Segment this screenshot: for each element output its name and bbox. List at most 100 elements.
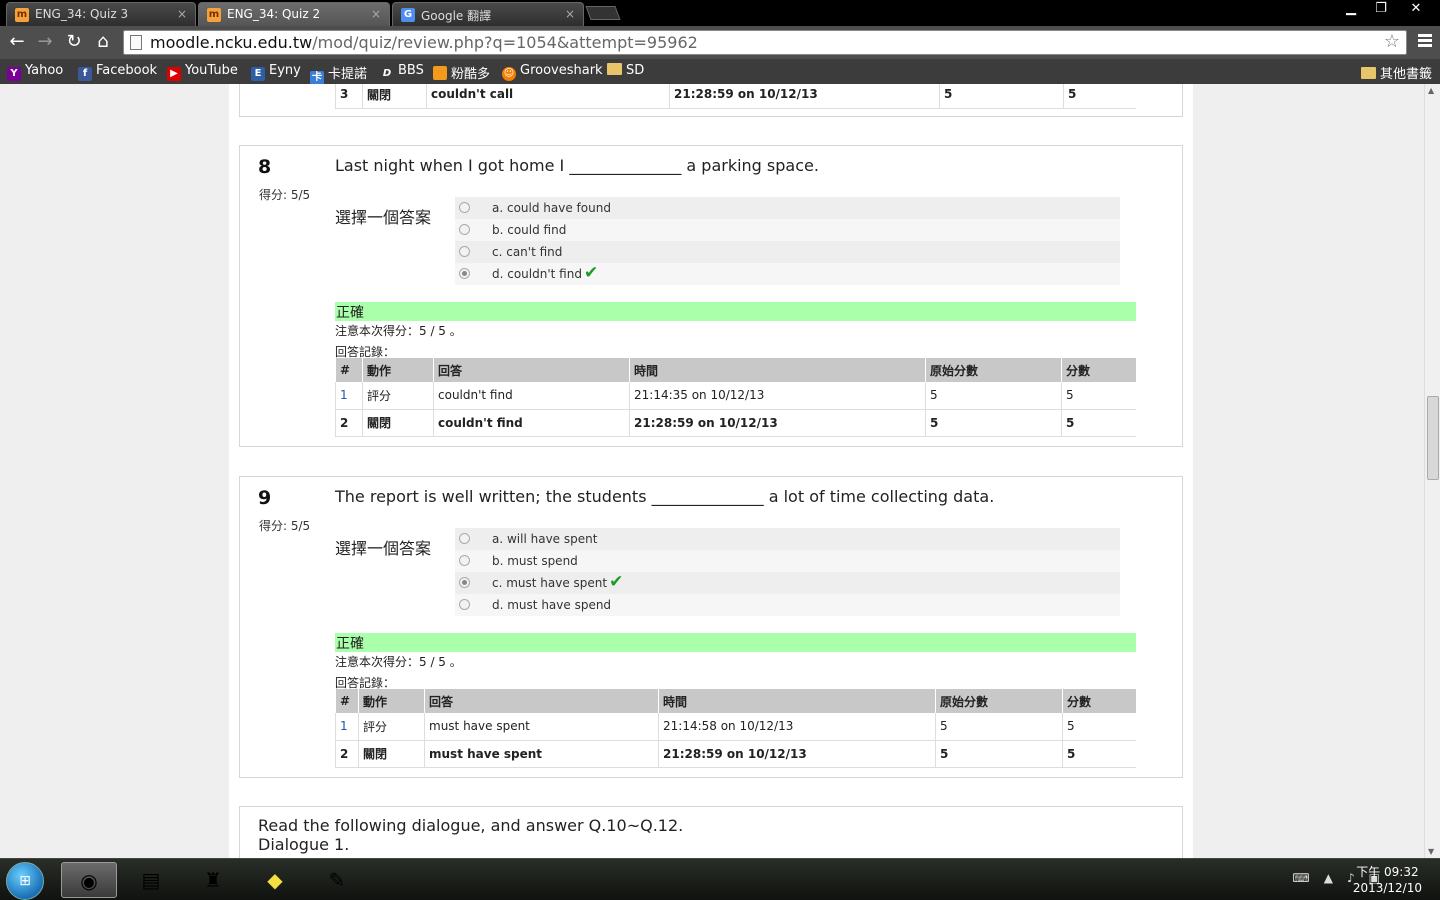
radio-button[interactable] xyxy=(459,555,470,566)
bookmark-youtube[interactable]: ▶ YouTube xyxy=(167,63,238,81)
keyboard-icon[interactable]: ⌨ xyxy=(1292,871,1309,885)
tab-quiz2[interactable]: m ENG_34: Quiz 2 × xyxy=(198,2,390,26)
answer-prompt: 選擇一個答案 xyxy=(335,208,432,227)
cell-action: 關閉 xyxy=(358,740,425,768)
paint-taskbar-icon[interactable]: ✎ xyxy=(309,862,365,898)
scroll-down-icon[interactable]: ▼ xyxy=(1428,847,1434,856)
dialogue-instructions: Read the following dialogue, and answer … xyxy=(258,816,684,835)
response-history-table: 3 關閉 couldn't call 21:28:59 on 10/12/13 … xyxy=(335,84,1136,109)
close-tab-icon[interactable]: × xyxy=(371,7,381,21)
menu-icon[interactable] xyxy=(1418,34,1432,49)
reload-icon[interactable]: ↻ xyxy=(63,31,85,53)
scrollbar-thumb[interactable] xyxy=(1427,396,1439,480)
bookmark-bbs[interactable]: D BBS xyxy=(380,63,424,81)
restore-icon[interactable]: ❐ xyxy=(1366,0,1396,20)
explorer-taskbar-icon[interactable]: ▤ xyxy=(123,862,179,898)
bookmark-fankuduo[interactable]: 粉酷多 xyxy=(433,63,490,82)
option-c[interactable]: c. must have spent ✔ xyxy=(455,572,1120,594)
other-bookmarks[interactable]: 其他書籤 xyxy=(1360,63,1432,82)
bookmark-eyny[interactable]: E Eyny xyxy=(251,63,301,81)
header-score: 分數 xyxy=(1061,358,1136,382)
radio-button-selected[interactable] xyxy=(459,268,470,279)
new-tab-button[interactable] xyxy=(585,6,621,20)
radio-button[interactable] xyxy=(459,599,470,610)
question-text: Last night when I got home I ___________… xyxy=(335,156,819,175)
minimize-icon[interactable]: ▁ xyxy=(1336,0,1366,20)
bookmark-star-icon[interactable]: ☆ xyxy=(1384,31,1400,52)
response-history-table: # 動作 回答 時間 原始分數 分數 1 評分 must have spent … xyxy=(335,689,1136,768)
option-a[interactable]: a. could have found xyxy=(455,197,1120,219)
bookmark-label: 卡提諾 xyxy=(328,67,368,82)
bookmark-label: YouTube xyxy=(185,63,238,78)
bookmark-label: SD xyxy=(626,63,645,78)
option-d[interactable]: d. couldn't find ✔ xyxy=(455,263,1120,285)
tab-google-translate[interactable]: G Google 翻譯 × xyxy=(392,2,584,26)
chrome-taskbar-icon[interactable]: ◉ xyxy=(61,862,117,898)
option-b[interactable]: b. could find xyxy=(455,219,1120,241)
folder-icon xyxy=(1360,67,1376,79)
option-b[interactable]: b. must spend xyxy=(455,550,1120,572)
start-button[interactable]: ⊞ xyxy=(6,862,44,900)
clock[interactable]: 下午 09:32 2013/12/10 xyxy=(1353,864,1422,896)
cell-num: 2 xyxy=(335,740,359,768)
show-hidden-icons[interactable]: ▲ xyxy=(1324,871,1333,885)
cell-answer: must have spent xyxy=(424,713,659,741)
question-grade: 得分: 5/5 xyxy=(259,519,311,533)
bookmark-facebook[interactable]: f Facebook xyxy=(78,63,157,81)
tab-strip: m ENG_34: Quiz 3 × m ENG_34: Quiz 2 × G … xyxy=(0,0,1440,26)
option-c[interactable]: c. can't find xyxy=(455,241,1120,263)
bookmark-folder-sd[interactable]: SD xyxy=(607,63,644,78)
header-answer: 回答 xyxy=(433,358,630,382)
url-path: /mod/quiz/review.php?q=1054&attempt=9596… xyxy=(312,33,698,52)
bookmark-grooveshark[interactable]: ☺ Grooveshark xyxy=(502,63,603,81)
tab-title: ENG_34: Quiz 2 xyxy=(227,7,321,21)
cell-action: 評分 xyxy=(362,382,434,410)
bookmark-yahoo[interactable]: Y Yahoo xyxy=(7,63,63,81)
bookmark-label: Eyny xyxy=(269,63,301,78)
bookmark-ck101[interactable]: 卡卡提諾 xyxy=(310,63,367,85)
close-tab-icon[interactable]: × xyxy=(177,7,187,21)
youtube-icon: ▶ xyxy=(167,67,181,81)
address-bar[interactable]: moodle.ncku.edu.tw/mod/quiz/review.php?q… xyxy=(123,30,1407,55)
header-action: 動作 xyxy=(362,358,434,382)
close-tab-icon[interactable]: × xyxy=(565,7,575,21)
cell-score: 5 xyxy=(1062,740,1136,768)
header-time: 時間 xyxy=(658,689,936,713)
forward-icon[interactable]: → xyxy=(34,31,56,53)
radio-button[interactable] xyxy=(459,246,470,257)
header-action: 動作 xyxy=(358,689,425,713)
radio-button[interactable] xyxy=(459,224,470,235)
cell-num-link[interactable]: 1 xyxy=(335,382,363,410)
option-label: a. could have found xyxy=(492,201,611,215)
moodle-icon: m xyxy=(207,8,221,22)
option-label: d. couldn't find xyxy=(492,267,582,281)
grooveshark-icon: ☺ xyxy=(502,67,516,81)
back-icon[interactable]: ← xyxy=(6,31,28,53)
taskbar: ⊞ ◉ ▤ ♜ ◆ ✎ ⌨ ▲ ♪ ▣ 下午 09:32 2013/12/10 xyxy=(0,858,1440,900)
cell-action: 關閉 xyxy=(362,409,434,437)
radio-button[interactable] xyxy=(459,202,470,213)
question-grade: 得分: 5/5 xyxy=(259,188,311,202)
header-raw-score: 原始分數 xyxy=(935,689,1063,713)
header-num: # xyxy=(335,689,359,713)
cell-raw-score: 5 xyxy=(939,84,1064,109)
option-a[interactable]: a. will have spent xyxy=(455,528,1120,550)
eyny-icon: E xyxy=(251,67,265,81)
feedback-correct: 正確 xyxy=(335,633,1136,652)
grade-note: 注意本次得分：5 / 5 。 xyxy=(335,324,462,338)
home-icon[interactable]: ⌂ xyxy=(92,31,114,53)
grade-note: 注意本次得分：5 / 5 。 xyxy=(335,655,462,669)
scroll-up-icon[interactable]: ▲ xyxy=(1428,86,1434,95)
radio-button-selected[interactable] xyxy=(459,577,470,588)
radio-button[interactable] xyxy=(459,533,470,544)
question-8: 8 得分: 5/5 Last night when I got home I _… xyxy=(239,145,1183,447)
app-taskbar-icon[interactable]: ◆ xyxy=(247,862,303,898)
tab-quiz3[interactable]: m ENG_34: Quiz 3 × xyxy=(6,2,196,26)
vertical-scrollbar[interactable]: ▲ ▼ xyxy=(1424,84,1440,858)
yahoo-icon: Y xyxy=(7,67,21,81)
close-window-icon[interactable]: ✕ xyxy=(1396,0,1436,20)
app-taskbar-icon[interactable]: ♜ xyxy=(185,862,241,898)
option-d[interactable]: d. must have spend xyxy=(455,594,1120,616)
cell-num-link[interactable]: 1 xyxy=(335,713,359,741)
cell-action: 關閉 xyxy=(362,84,427,109)
